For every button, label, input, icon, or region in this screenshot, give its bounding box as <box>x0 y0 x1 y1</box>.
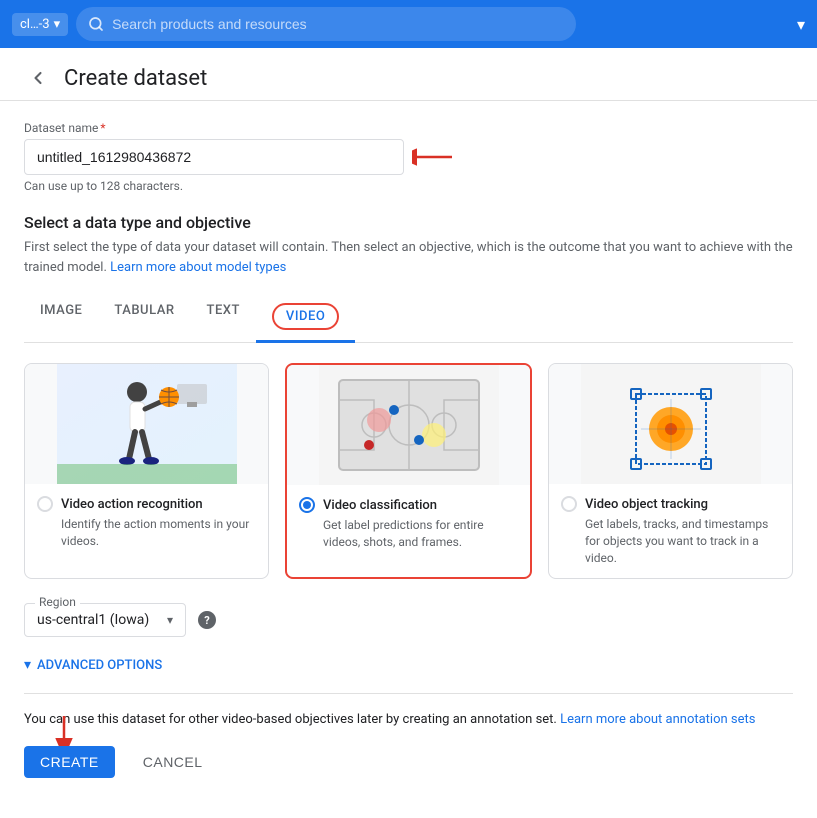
region-select-value: us-central1 (Iowa) <box>37 612 159 628</box>
radio-action-recognition[interactable] <box>37 496 53 512</box>
page-divider <box>24 693 793 694</box>
content-area: Dataset name * Can use up to 128 charact… <box>0 101 817 818</box>
tab-video[interactable]: VIDEO <box>256 293 355 343</box>
nav-right: ▾ <box>797 15 805 34</box>
nav-left: cl…-3 ▾ <box>12 7 785 41</box>
top-nav: cl…-3 ▾ ▾ <box>0 0 817 48</box>
card-classification[interactable]: Video classification Get label predictio… <box>285 363 532 579</box>
red-arrow-icon <box>412 145 462 169</box>
tab-text[interactable]: TEXT <box>191 293 256 343</box>
card-classification-desc: Get label predictions for entire videos,… <box>323 517 518 551</box>
card-object-tracking[interactable]: Video object tracking Get labels, tracks… <box>548 363 793 579</box>
dataset-name-field-group: Dataset name * Can use up to 128 charact… <box>24 121 793 193</box>
project-chip-text: cl…-3 <box>20 17 50 32</box>
back-button[interactable] <box>24 64 52 92</box>
data-type-section-desc: First select the type of data your datas… <box>24 238 793 277</box>
action-row: CREATE CANCEL <box>24 746 793 798</box>
region-select-group[interactable]: Region us-central1 (Iowa) ▾ <box>24 603 186 637</box>
card-classification-label: Video classification <box>323 498 437 513</box>
card-object-tracking-image <box>549 364 792 484</box>
card-action-recognition-image <box>25 364 268 484</box>
region-row: Region us-central1 (Iowa) ▾ ? <box>24 603 793 637</box>
dataset-name-input[interactable] <box>24 139 404 175</box>
advanced-options-toggle[interactable]: ▾ ADVANCED OPTIONS <box>24 657 793 673</box>
learn-more-model-types-link[interactable]: Learn more about model types <box>110 260 286 275</box>
search-input[interactable] <box>112 16 564 32</box>
create-arrow-icon <box>44 716 84 746</box>
dataset-name-input-wrapper <box>24 139 793 175</box>
card-classification-body: Video classification Get label predictio… <box>287 485 530 563</box>
action-recognition-illustration <box>57 364 237 484</box>
dataset-name-hint: Can use up to 128 characters. <box>24 179 793 193</box>
card-object-tracking-body: Video object tracking Get labels, tracks… <box>549 484 792 578</box>
card-object-tracking-label: Video object tracking <box>585 497 708 512</box>
project-chip-dropdown-icon: ▾ <box>54 17 61 32</box>
card-action-recognition-body: Video action recognition Identify the ac… <box>25 484 268 562</box>
card-action-recognition-label: Video action recognition <box>61 497 203 512</box>
create-button[interactable]: CREATE <box>24 746 115 778</box>
data-type-tabs: IMAGE TABULAR TEXT VIDEO <box>24 293 793 343</box>
objective-cards: Video action recognition Identify the ac… <box>24 363 793 579</box>
dataset-name-label: Dataset name * <box>24 121 793 135</box>
page-header: Create dataset <box>0 48 817 101</box>
back-arrow-icon <box>28 68 48 88</box>
region-legend: Region <box>35 595 80 609</box>
required-marker: * <box>100 121 105 135</box>
classification-illustration <box>319 365 499 485</box>
search-icon <box>88 16 104 32</box>
tab-tabular[interactable]: TABULAR <box>98 293 190 343</box>
advanced-options-label: ADVANCED OPTIONS <box>37 658 162 673</box>
region-chevron-icon: ▾ <box>167 613 173 627</box>
radio-classification[interactable] <box>299 497 315 513</box>
region-help-icon[interactable]: ? <box>198 611 216 629</box>
create-button-wrapper: CREATE <box>24 746 115 778</box>
radio-object-tracking[interactable] <box>561 496 577 512</box>
cancel-button[interactable]: CANCEL <box>131 746 215 778</box>
advanced-options-chevron-icon: ▾ <box>24 657 31 673</box>
card-object-tracking-desc: Get labels, tracks, and timestamps for o… <box>585 516 780 566</box>
card-action-recognition[interactable]: Video action recognition Identify the ac… <box>24 363 269 579</box>
tab-image[interactable]: IMAGE <box>24 293 98 343</box>
learn-more-annotation-link[interactable]: Learn more about annotation sets <box>560 712 755 727</box>
expand-icon[interactable]: ▾ <box>797 15 805 34</box>
project-chip[interactable]: cl…-3 ▾ <box>12 13 68 36</box>
data-type-section-title: Select a data type and objective <box>24 213 793 232</box>
object-tracking-illustration <box>581 364 761 484</box>
search-bar[interactable] <box>76 7 576 41</box>
card-action-recognition-desc: Identify the action moments in your vide… <box>61 516 256 550</box>
page-title: Create dataset <box>64 66 207 91</box>
card-classification-image <box>287 365 530 485</box>
bottom-info: You can use this dataset for other video… <box>24 710 793 730</box>
